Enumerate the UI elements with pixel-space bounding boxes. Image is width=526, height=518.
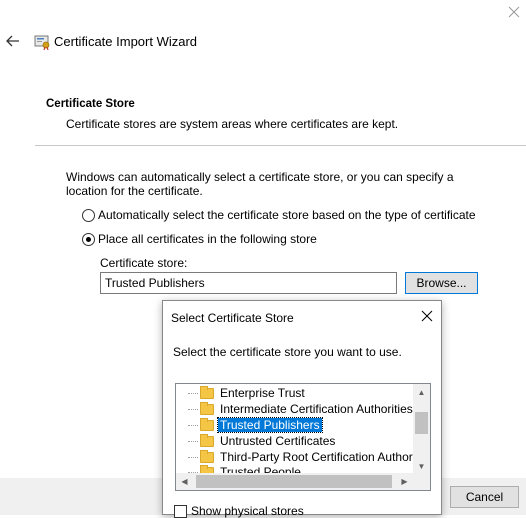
close-icon[interactable] bbox=[421, 310, 433, 322]
show-physical-label: Show physical stores bbox=[191, 504, 304, 518]
scroll-left-icon[interactable]: ◀ bbox=[176, 473, 193, 490]
scroll-thumb[interactable] bbox=[415, 412, 428, 434]
show-physical-stores-checkbox[interactable]: Show physical stores bbox=[174, 504, 304, 518]
checkbox[interactable] bbox=[174, 504, 187, 518]
certificate-store-label: Certificate store: bbox=[100, 256, 188, 270]
folder-icon bbox=[200, 401, 214, 415]
dialog-title: Select Certificate Store bbox=[171, 311, 294, 325]
folder-icon bbox=[200, 433, 214, 447]
tree-item-label: Untrusted Certificates bbox=[220, 434, 336, 448]
tree-item-label: Trusted Publishers bbox=[217, 417, 323, 433]
scroll-right-icon[interactable]: ▶ bbox=[396, 473, 413, 490]
folder-icon bbox=[200, 385, 214, 399]
radio-button-checked[interactable] bbox=[82, 232, 95, 246]
cancel-button[interactable]: Cancel bbox=[450, 486, 519, 508]
certificate-icon bbox=[34, 35, 50, 50]
store-tree[interactable]: Enterprise Trust Intermediate Certificat… bbox=[175, 383, 431, 491]
tree-item[interactable]: Intermediate Certification Authorities bbox=[176, 401, 415, 417]
wizard-title: Certificate Import Wizard bbox=[54, 34, 198, 49]
section-description: Certificate stores are system areas wher… bbox=[66, 117, 399, 131]
radio-manual-label: Place all certificates in the following … bbox=[98, 232, 317, 246]
certificate-store-field[interactable]: Trusted Publishers bbox=[100, 272, 397, 294]
radio-auto-select[interactable]: Automatically select the certificate sto… bbox=[82, 208, 476, 222]
radio-place-in-store[interactable]: Place all certificates in the following … bbox=[82, 232, 317, 246]
horizontal-scrollbar[interactable]: ◀ ▶ bbox=[176, 473, 413, 490]
folder-icon bbox=[200, 449, 214, 463]
scrollbar-corner bbox=[413, 473, 430, 490]
browse-button[interactable]: Browse... bbox=[405, 272, 478, 294]
tree-item-label: Intermediate Certification Authorities bbox=[220, 402, 413, 416]
close-icon[interactable] bbox=[506, 4, 522, 20]
scroll-up-icon[interactable]: ▲ bbox=[413, 384, 430, 401]
tree-item-selected[interactable]: Trusted Publishers bbox=[176, 417, 323, 433]
tree-item-label: Enterprise Trust bbox=[220, 386, 305, 400]
select-store-dialog: Select Certificate Store Select the cert… bbox=[162, 300, 442, 518]
vertical-scrollbar[interactable]: ▲ ▼ bbox=[413, 384, 430, 475]
section-title: Certificate Store bbox=[46, 98, 135, 110]
divider bbox=[35, 145, 526, 146]
radio-auto-label: Automatically select the certificate sto… bbox=[98, 208, 476, 222]
tree-item[interactable]: Third-Party Root Certification Authoriti… bbox=[176, 449, 431, 465]
back-arrow-icon[interactable] bbox=[5, 33, 21, 49]
folder-icon bbox=[200, 417, 214, 431]
instructions-text: Windows can automatically select a certi… bbox=[66, 170, 454, 198]
dialog-instruction: Select the certificate store you want to… bbox=[173, 345, 402, 359]
tree-item[interactable]: Untrusted Certificates bbox=[176, 433, 337, 449]
tree-item[interactable]: Enterprise Trust bbox=[176, 385, 307, 401]
scroll-thumb[interactable] bbox=[196, 475, 392, 488]
radio-button[interactable] bbox=[82, 208, 95, 222]
tree-item-label: Third-Party Root Certification Authoriti… bbox=[220, 450, 431, 464]
